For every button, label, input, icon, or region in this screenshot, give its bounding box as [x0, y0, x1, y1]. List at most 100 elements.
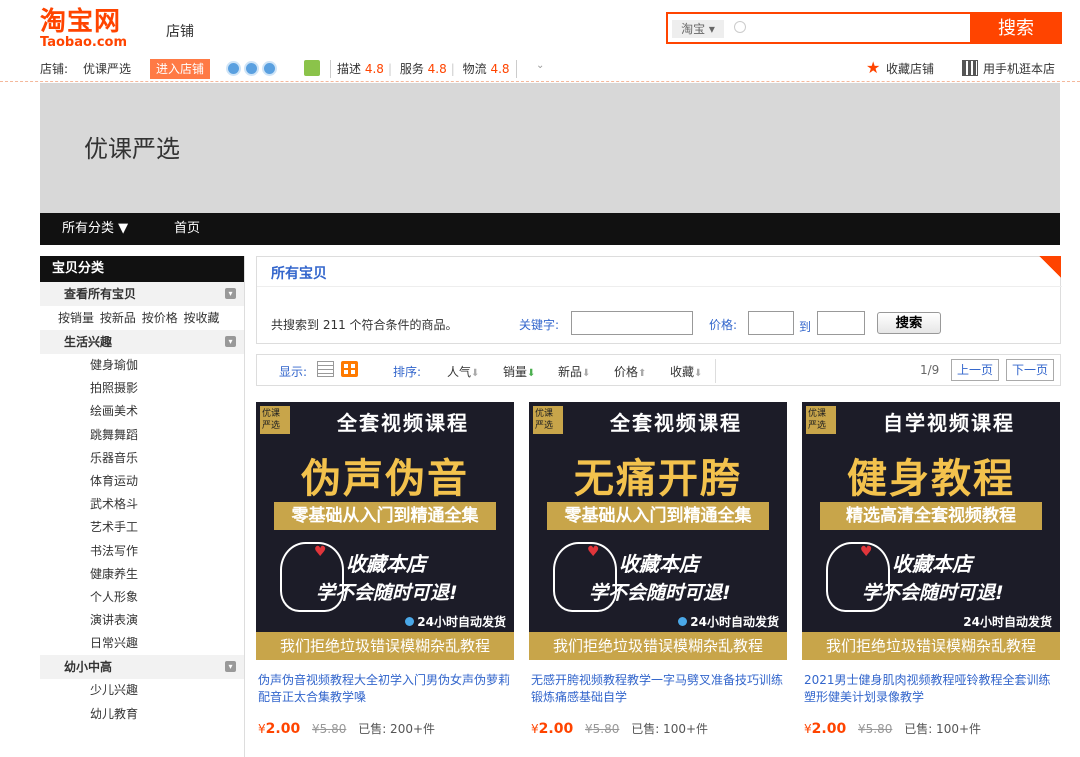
sort-popularity[interactable]: 人气⬇	[447, 363, 479, 380]
price-min-input[interactable]	[748, 311, 794, 335]
prev-page-button[interactable]: 上一页	[951, 359, 1000, 381]
category-item[interactable]: 个人形象	[40, 586, 244, 609]
product-image[interactable]: 优课严选 自学视频课程 健身教程 精选高清全套视频教程 ♥ 收藏本店 学不会随时…	[802, 402, 1060, 660]
image-ship: 24小时自动发货	[678, 613, 779, 630]
product-image[interactable]: 优课严选 全套视频课程 无痛开胯 零基础从入门到精通全集 ♥ 收藏本店 学不会随…	[529, 402, 787, 660]
corner-flag-icon	[1039, 256, 1061, 278]
original-price: ¥5.80	[858, 722, 893, 736]
sort-new[interactable]: 新品⬇	[558, 363, 590, 380]
category-item[interactable]: 健身瑜伽	[40, 354, 244, 377]
image-subtitle: 全套视频课程	[610, 411, 742, 435]
category-item[interactable]: 幼儿教育	[40, 703, 244, 726]
heart-icon: ♥	[860, 544, 873, 560]
result-count: 共搜索到 211 个符合条件的商品。	[271, 318, 458, 332]
product-card[interactable]: 优课严选 全套视频课程 伪声伪音 零基础从入门到精通全集 ♥ 收藏本店 学不会随…	[256, 402, 514, 737]
original-price: ¥5.80	[312, 722, 347, 736]
category-item[interactable]: 艺术手工	[40, 516, 244, 539]
image-line1: 收藏本店	[346, 552, 426, 576]
smiley-icon	[304, 60, 320, 76]
image-headline: 健身教程	[847, 455, 1015, 502]
image-footer: 我们拒绝垃圾错误模糊杂乱教程	[256, 632, 514, 660]
category-item[interactable]: 少儿兴趣	[40, 679, 244, 702]
sort-link-fav[interactable]: 按收藏	[184, 311, 220, 325]
image-footer: 我们拒绝垃圾错误模糊杂乱教程	[529, 632, 787, 660]
image-line1: 收藏本店	[892, 552, 972, 576]
favorite-shop-link[interactable]: 收藏店铺	[886, 61, 934, 77]
enter-shop-button[interactable]: 进入店铺	[150, 59, 211, 79]
product-title-link[interactable]: 2021男士健身肌肉视频教程哑铃教程全套训练塑形健美计划录像教学	[802, 672, 1060, 708]
sold-count: 已售: 100+件	[904, 722, 982, 736]
sort-sales[interactable]: 销量⬇	[503, 363, 535, 380]
logo-en: Taobao.com	[40, 35, 128, 50]
price-label: 价格:	[709, 318, 738, 332]
top-header: 淘宝网 Taobao.com 店铺 淘宝 ▾ 搜索	[0, 0, 1080, 56]
category-item[interactable]: 乐器音乐	[40, 447, 244, 470]
keyword-input[interactable]	[571, 311, 693, 335]
view-all-items[interactable]: 查看所有宝贝 ▾	[40, 282, 244, 306]
shop-name-link[interactable]: 优课严选	[83, 61, 131, 77]
shop-prefix: 店铺:	[40, 62, 69, 76]
image-line2: 学不会随时可退!	[862, 582, 1004, 604]
sort-link-new[interactable]: 按新品	[100, 311, 136, 325]
nav-all-categories[interactable]: 所有分类 ▼	[62, 221, 128, 237]
category-item[interactable]: 武术格斗	[40, 493, 244, 516]
category-item[interactable]: 健康养生	[40, 563, 244, 586]
category-group-label: 幼小中高	[64, 660, 113, 675]
image-headline: 伪声伪音	[301, 455, 469, 502]
category-group-k12[interactable]: 幼小中高 ▾	[40, 655, 244, 680]
current-price: 2.00	[538, 721, 574, 737]
search-button[interactable]: 搜索	[970, 12, 1062, 44]
crown-icon	[262, 61, 277, 76]
category-item[interactable]: 演讲表演	[40, 609, 244, 632]
sort-price[interactable]: 价格⬆	[614, 363, 646, 380]
nav-home[interactable]: 首页	[174, 221, 200, 237]
taobao-logo[interactable]: 淘宝网 Taobao.com	[40, 8, 140, 50]
collapse-icon[interactable]: ▾	[225, 336, 236, 347]
mobile-shop-link[interactable]: 用手机逛本店	[983, 61, 1055, 77]
sort-link-sales[interactable]: 按销量	[58, 311, 94, 325]
category-list: 少儿兴趣 幼儿教育	[40, 679, 244, 725]
category-item[interactable]: 书法写作	[40, 540, 244, 563]
chevron-down-icon[interactable]: ⌄	[536, 60, 544, 71]
display-label: 显示:	[279, 365, 308, 379]
image-ribbon: 零基础从入门到精通全集	[274, 502, 496, 530]
category-item[interactable]: 日常兴趣	[40, 632, 244, 655]
breadcrumb-all-items[interactable]: 所有宝贝	[271, 263, 327, 283]
collapse-icon[interactable]: ▾	[225, 288, 236, 299]
shop-ratings: 描述 4.8 | 服务 4.8 | 物流 4.8	[330, 60, 517, 78]
collapse-icon[interactable]: ▾	[225, 661, 236, 673]
product-card[interactable]: 优课严选 自学视频课程 健身教程 精选高清全套视频教程 ♥ 收藏本店 学不会随时…	[802, 402, 1060, 737]
category-item[interactable]: 绘画美术	[40, 400, 244, 423]
category-sidebar: 宝贝分类 查看所有宝贝 ▾ 按销量 按新品 按价格 按收藏 生活兴趣 ▾ 健身瑜…	[40, 256, 245, 757]
product-image[interactable]: 优课严选 全套视频课程 伪声伪音 零基础从入门到精通全集 ♥ 收藏本店 学不会随…	[256, 402, 514, 660]
shop-banner: 优课严选	[40, 83, 1060, 213]
grid-view-icon[interactable]	[341, 361, 358, 377]
sort-link-price[interactable]: 按价格	[142, 311, 178, 325]
category-group-label: 生活兴趣	[64, 335, 113, 349]
keyword-label: 关键字:	[519, 318, 560, 332]
filter-search-button[interactable]: 搜索	[877, 312, 941, 334]
category-item[interactable]: 跳舞舞蹈	[40, 424, 244, 447]
price-max-input[interactable]	[817, 311, 865, 335]
category-group-life[interactable]: 生活兴趣 ▾	[40, 330, 244, 354]
image-headline: 无痛开胯	[574, 455, 742, 502]
product-title-link[interactable]: 伪声伪音视频教程大全初学入门男伪女声伪萝莉配音正太合集教学嗓	[256, 672, 514, 708]
search-panel: 所有宝贝 共搜索到 211 个符合条件的商品。 关键字: 价格: 到 搜索	[256, 256, 1062, 344]
crown-icon	[244, 61, 259, 76]
sort-favorites[interactable]: 收藏⬇	[670, 363, 702, 380]
product-title-link[interactable]: 无感开胯视频教程教学一字马劈叉准备技巧训练锻炼痛感基础自学	[529, 672, 787, 708]
category-item[interactable]: 体育运动	[40, 470, 244, 493]
search-scope-select[interactable]: 淘宝 ▾	[672, 20, 724, 38]
category-item[interactable]: 拍照摄影	[40, 377, 244, 400]
list-view-icon[interactable]	[317, 361, 334, 377]
image-line2: 学不会随时可退!	[316, 582, 458, 604]
product-price: ¥2.00 ¥5.80 已售: 100+件	[531, 721, 709, 737]
dot-icon	[678, 617, 688, 626]
store-label: 店铺	[166, 24, 194, 40]
shop-nav: 所有分类 ▼ 首页	[40, 213, 1060, 245]
image-subtitle: 全套视频课程	[337, 411, 469, 435]
image-subtitle: 自学视频课程	[883, 411, 1015, 435]
product-card[interactable]: 优课严选 全套视频课程 无痛开胯 零基础从入门到精通全集 ♥ 收藏本店 学不会随…	[529, 402, 787, 737]
next-page-button[interactable]: 下一页	[1006, 359, 1055, 381]
search-input[interactable]	[748, 18, 968, 40]
